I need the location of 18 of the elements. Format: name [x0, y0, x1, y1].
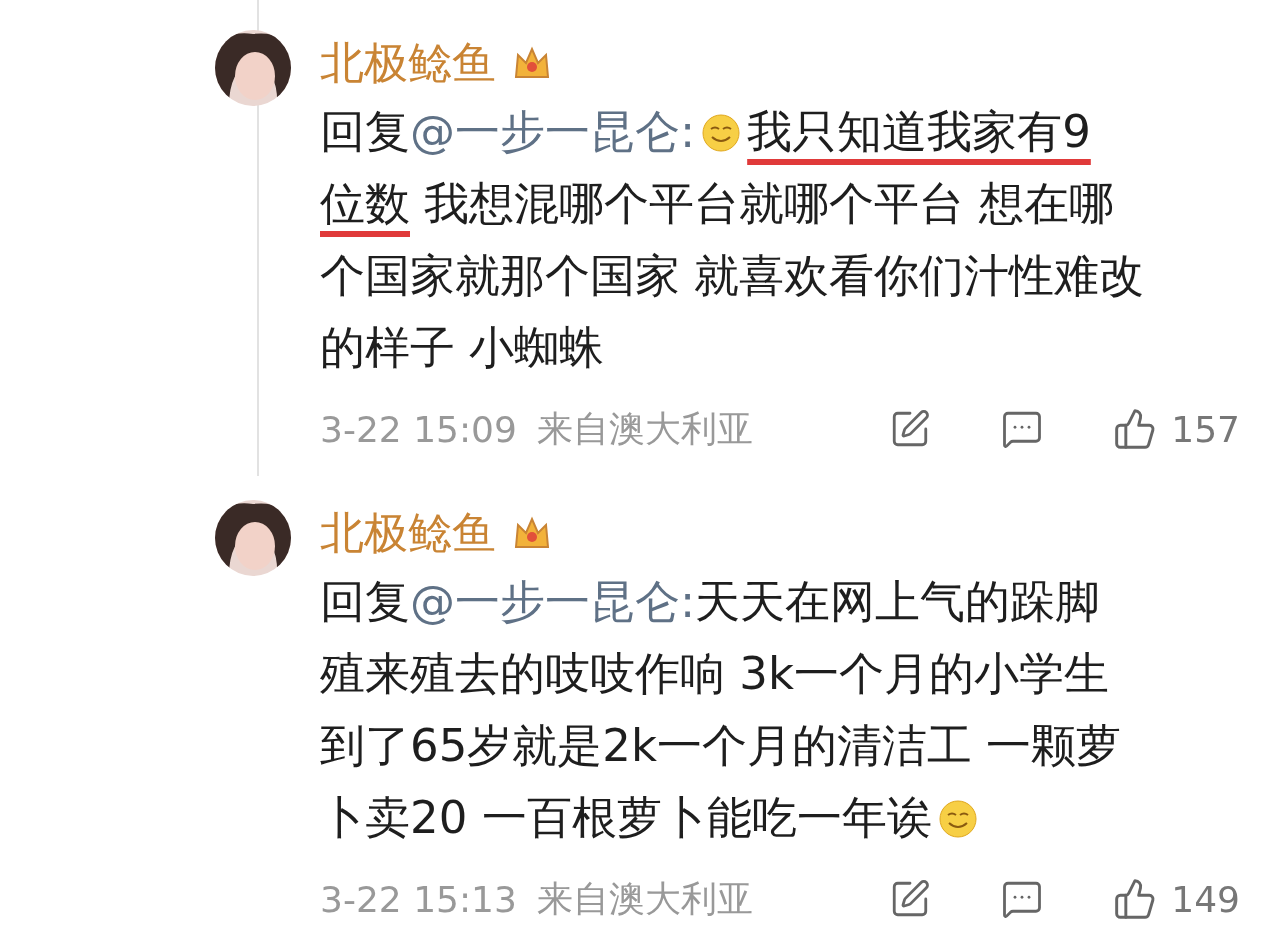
comment-text: 到了65岁就是2k一个月的清洁工 一颗萝 [320, 718, 1123, 774]
username[interactable]: 北极鲶鱼 [320, 503, 496, 563]
location-text: 来自澳大利亚 [536, 406, 754, 451]
comment-text: 回复@一步一昆仑: 我只知道我家有9 [320, 104, 1092, 160]
like-count: 157 [1171, 408, 1240, 450]
comment-text: 卜卖20 一百根萝卜能吃一年诶 [320, 782, 1240, 854]
comment-text: 殖来殖去的吱吱作响 3k一个月的小学生 [320, 646, 1110, 702]
grin-emoji-icon [701, 113, 742, 153]
comment-text: 回复@一步一昆仑:天天在网上气的跺脚 [320, 574, 1102, 630]
comment-text: 的样子 小蜘蛛 [320, 320, 606, 376]
comment-text: 个国家就那个国家 就喜欢看你们汁性难改 [320, 248, 1146, 304]
like-count: 149 [1171, 878, 1240, 920]
location-text: 来自澳大利亚 [536, 876, 754, 921]
timestamp: 3-22 15:09 [320, 408, 517, 450]
comment-text: 位数 我想混哪个平台就哪个平台 想在哪 [320, 176, 1115, 232]
username[interactable]: 北极鲶鱼 [320, 33, 496, 93]
grin-emoji-icon [937, 799, 978, 839]
timestamp: 3-22 15:13 [320, 878, 517, 920]
